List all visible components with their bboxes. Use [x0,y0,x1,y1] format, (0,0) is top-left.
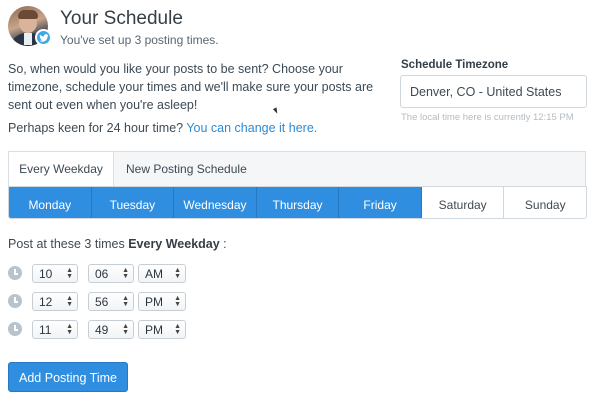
posting-times-prefix: Post at these 3 times [8,237,129,251]
time-format-hint: Perhaps keen for 24 hour time? You can c… [8,121,317,135]
day-selector: Monday Tuesday Wednesday Thursday Friday… [8,186,587,219]
posting-times-heading: Post at these 3 times Every Weekday : [8,237,227,251]
updown-arrows-icon: ▲ ▼ [66,267,73,280]
period-value: PM [145,295,163,309]
day-toggle-wednesday[interactable]: Wednesday [174,187,257,218]
updown-arrows-icon: ▲ ▼ [122,323,129,336]
clock-icon [8,322,22,336]
hour-select[interactable]: 12 ▲ ▼ [32,292,78,311]
minute-select[interactable]: 56 ▲ ▼ [88,292,134,311]
timezone-label: Schedule Timezone [401,59,509,71]
updown-arrows-icon: ▲ ▼ [174,295,181,308]
hour-value: 10 [39,267,53,281]
updown-arrows-icon: ▲ ▼ [122,267,129,280]
updown-arrows-icon: ▲ ▼ [174,323,181,336]
local-time-note: The local time here is currently 12:15 P… [401,112,574,123]
period-select[interactable]: PM ▲ ▼ [138,292,186,311]
hour-select[interactable]: 10 ▲ ▼ [32,264,78,283]
intro-text: So, when would you like your posts to be… [8,62,374,112]
updown-arrows-icon: ▲ ▼ [66,323,73,336]
tab-every-weekday[interactable]: Every Weekday [9,152,114,187]
updown-arrows-icon: ▲ ▼ [122,295,129,308]
hour-value: 11 [39,323,52,337]
twitter-icon [35,29,52,46]
posting-time-row: 12 ▲ ▼ 56 ▲ ▼ PM ▲ ▼ [8,292,208,312]
add-posting-time-button[interactable]: Add Posting Time [8,362,128,392]
period-select[interactable]: AM ▲ ▼ [138,264,186,283]
hour-value: 12 [39,295,53,309]
schedule-tabs: Every Weekday New Posting Schedule [8,151,586,187]
minute-value: 56 [95,295,109,309]
period-select[interactable]: PM ▲ ▼ [138,320,186,339]
posting-times-schedule-name: Every Weekday [128,237,220,251]
clock-icon [8,294,22,308]
day-toggle-saturday[interactable]: Saturday [421,187,505,218]
minute-value: 49 [95,323,109,337]
change-time-format-link[interactable]: You can change it here. [186,121,317,135]
time-format-hint-text: Perhaps keen for 24 hour time? [8,121,187,135]
posting-times-suffix: : [219,237,227,251]
updown-arrows-icon: ▲ ▼ [174,267,181,280]
period-value: PM [145,323,163,337]
day-toggle-friday[interactable]: Friday [339,187,422,218]
day-toggle-sunday[interactable]: Sunday [504,187,586,218]
timezone-input[interactable]: Denver, CO - United States [400,75,587,108]
day-toggle-thursday[interactable]: Thursday [256,187,340,218]
posting-time-row: 11 ▲ ▼ 49 ▲ ▼ PM ▲ ▼ [8,320,208,340]
posting-time-row: 10 ▲ ▼ 06 ▲ ▼ AM ▲ ▼ [8,264,208,284]
minute-select[interactable]: 06 ▲ ▼ [88,264,134,283]
page-title: Your Schedule [60,8,183,29]
minute-select[interactable]: 49 ▲ ▼ [88,320,134,339]
period-value: AM [145,267,163,281]
clock-icon [8,266,22,280]
page-subtitle: You've set up 3 posting times. [60,33,219,47]
minute-value: 06 [95,267,109,281]
hour-select[interactable]: 11 ▲ ▼ [32,320,78,339]
updown-arrows-icon: ▲ ▼ [66,295,73,308]
day-toggle-monday[interactable]: Monday [9,187,92,218]
day-toggle-tuesday[interactable]: Tuesday [91,187,175,218]
tab-new-posting-schedule[interactable]: New Posting Schedule [126,152,247,186]
profile-header: Your Schedule You've set up 3 posting ti… [8,6,408,50]
